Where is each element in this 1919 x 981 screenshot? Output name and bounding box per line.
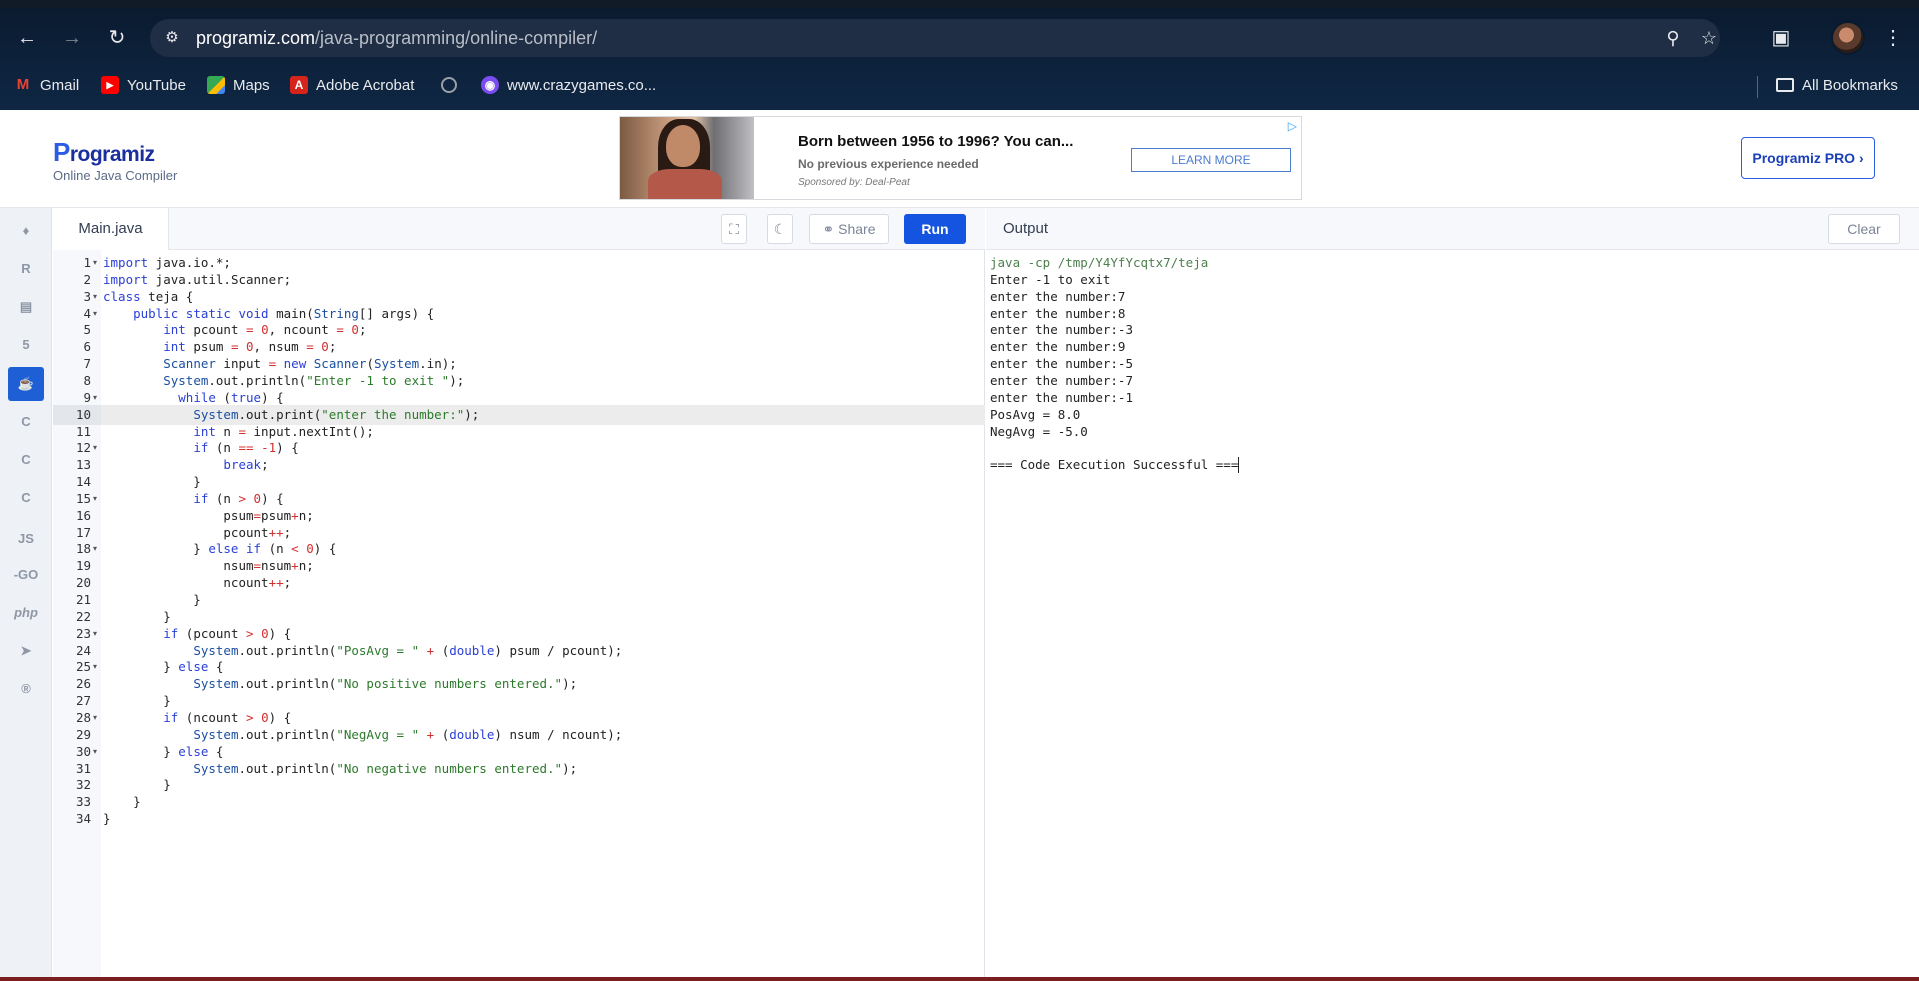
run-button[interactable]: Run [904,214,966,244]
folder-icon [1776,78,1794,92]
page-subtitle: Online Java Compiler [53,168,178,183]
fold-arrow-icon[interactable]: ▾ [93,624,101,644]
advertisement-banner[interactable]: Born between 1956 to 1996? You can... No… [619,116,1302,200]
bookmark-label: Maps [233,76,270,94]
fold-arrow-icon[interactable]: ▾ [93,742,101,762]
text-caret [1238,457,1240,474]
site-info-icon[interactable]: ⚙ [162,28,182,48]
fold-arrow-icon[interactable]: ▾ [93,708,101,728]
bottom-border [0,977,1919,981]
php-icon[interactable]: php [8,596,44,630]
output-line: NegAvg = -5.0 [990,423,1088,439]
sql-icon[interactable]: ▤ [8,290,44,324]
url-path: /java-programming/online-compiler/ [315,28,598,48]
bookmark-star-icon[interactable]: ☆ [1698,27,1720,49]
fold-arrow-icon[interactable]: ▾ [93,657,101,677]
csharp-icon[interactable]: C [8,481,44,515]
bookmarks-separator [1757,76,1758,98]
all-bookmarks-label: All Bookmarks [1802,76,1898,94]
tab-strip [0,0,1919,8]
share-icon: ⚭ [822,221,835,237]
swift-icon[interactable]: ➤ [8,634,44,668]
menu-icon[interactable]: ⋮ [1877,22,1909,54]
programiz-pro-button[interactable]: Programiz PRO › [1741,137,1875,179]
go-icon[interactable]: -GO [8,558,44,592]
bookmark-label: www.crazygames.co... [507,76,657,94]
fold-arrow-icon[interactable]: ▾ [93,304,101,324]
line-number: 34 [75,811,91,827]
language-rail: ♦ R ▤ 5 ☕ C C C JS -GO php ➤ ® [0,208,52,981]
crazygames-icon: ◉ [481,76,499,94]
code-line: System.out.println("No negative numbers … [193,760,578,776]
fullscreen-icon[interactable]: ⛶ [721,214,747,244]
bookmarks-bar: M Gmail ▶ YouTube Maps A Adobe Acrobat ◉… [0,70,1919,100]
fold-arrow-icon[interactable]: ▾ [93,489,101,509]
zoom-icon[interactable]: ⚲ [1662,27,1684,49]
dark-mode-icon[interactable]: ☾ [767,214,793,244]
bookmark-crazygames[interactable]: ◉ www.crazygames.co... [481,70,656,100]
address-bar[interactable]: ⚙ programiz.com/java-programming/online-… [150,19,1720,57]
ad-choices-icon[interactable]: ▷ [1288,119,1297,133]
ad-sponsor: Sponsored by: Deal-Peat [798,177,910,188]
html-icon[interactable]: 5 [8,328,44,362]
programiz-logo[interactable]: Programiz [53,137,155,168]
gmail-icon: M [16,76,30,93]
editor-pane: Main.java ⛶ ☾ ⚭ Share Run 1 ▾ import java.… [53,208,985,981]
all-bookmarks[interactable]: All Bookmarks [1776,70,1898,100]
python-icon[interactable]: ♦ [8,214,44,248]
globe-icon [441,77,457,93]
output-console[interactable]: java -cp /tmp/Y4YfYcqtx7/teja Enter -1 t… [986,250,1919,981]
clear-button[interactable]: Clear [1828,214,1900,244]
fold-arrow-icon[interactable]: ▾ [93,539,101,559]
ad-image [620,117,754,199]
file-tab[interactable]: Main.java [53,208,169,250]
logo-text: rogramiz [69,143,155,166]
ad-title: Born between 1956 to 1996? You can... [798,133,1074,150]
bookmark-gmail[interactable]: M Gmail [14,70,79,100]
editor-toolbar: Main.java ⛶ ☾ ⚭ Share Run [53,208,985,250]
forward-icon[interactable]: → [56,22,88,54]
output-pane: Output Clear java -cp /tmp/Y4YfYcqtx7/te… [986,208,1919,981]
logo-initial: P [53,137,70,167]
url-text[interactable]: programiz.com/java-programming/online-co… [196,28,597,49]
java-icon[interactable]: ☕ [8,367,44,401]
bookmark-maps[interactable]: Maps [207,70,270,100]
rust-icon[interactable]: ® [8,672,44,706]
output-title: Output [1003,220,1049,237]
bookmark-label: Adobe Acrobat [316,76,415,94]
code-line: } [103,811,111,827]
page-header: Programiz Online Java Compiler Born betw… [0,110,1919,208]
ad-learn-more-button[interactable]: LEARN MORE [1131,148,1291,172]
acrobat-icon: A [290,76,308,94]
maps-icon [207,76,225,94]
output-line: === Code Execution Successful === [990,457,1239,473]
ad-subtitle: No previous experience needed [798,157,979,171]
bookmark-label: YouTube [127,76,186,94]
output-toolbar: Output Clear [986,208,1919,250]
url-host: programiz.com [196,28,316,48]
r-icon[interactable]: R [8,252,44,286]
fold-arrow-icon[interactable]: ▾ [93,253,101,273]
bookmark-acrobat[interactable]: A Adobe Acrobat [290,70,414,100]
reload-icon[interactable]: ↻ [101,22,133,54]
fold-arrow-icon[interactable]: ▾ [93,438,101,458]
share-label: Share [838,221,876,237]
extensions-icon[interactable]: ▣ [1765,22,1797,54]
profile-avatar[interactable] [1831,21,1865,55]
bookmark-label: Gmail [40,76,80,94]
bookmark-youtube[interactable]: ▶ YouTube [101,70,186,100]
javascript-icon[interactable]: JS [8,522,44,556]
c-icon[interactable]: C [8,405,44,439]
youtube-icon: ▶ [101,76,119,94]
bookmark-globe[interactable] [441,70,457,100]
code-editor[interactable]: 1 ▾ import java.io.*; 2 import java.util.Sca… [53,250,985,981]
browser-chrome: ← → ↻ ⚙ programiz.com/java-programming/o… [0,0,1919,110]
code-line: System.out.println("No positive numbers … [193,676,578,692]
back-icon[interactable]: ← [11,22,43,54]
share-button[interactable]: ⚭ Share [809,214,889,244]
fold-arrow-icon[interactable]: ▾ [93,388,101,408]
cpp-icon[interactable]: C [8,443,44,477]
